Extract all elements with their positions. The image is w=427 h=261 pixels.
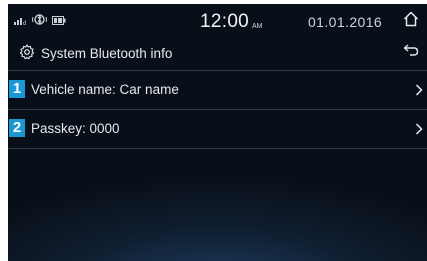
passkey-label: Passkey: 0000 xyxy=(31,121,120,136)
clock: 12:00 xyxy=(200,11,250,32)
home-icon xyxy=(402,10,420,33)
back-button[interactable] xyxy=(401,43,421,61)
vehicle-name-label: Vehicle name: Car name xyxy=(31,82,179,97)
battery-icon xyxy=(52,12,66,30)
header: System Bluetooth info xyxy=(8,38,427,68)
chevron-right-icon xyxy=(415,122,423,136)
svg-text:d: d xyxy=(23,21,26,25)
bluetooth-icon xyxy=(32,12,47,30)
status-bar: d 12:00 AM 01.01.2016 xyxy=(8,4,427,38)
page-title: System Bluetooth info xyxy=(41,46,173,61)
status-icons: d xyxy=(14,12,66,30)
home-button[interactable] xyxy=(395,4,427,38)
signal-icon: d xyxy=(14,12,27,30)
date: 01.01.2016 xyxy=(308,14,383,30)
vehicle-name-item[interactable]: 1 Vehicle name: Car name xyxy=(8,71,427,110)
screen: d 12:00 AM 01.01.2016 System Bluetooth i… xyxy=(8,4,427,261)
settings-list: 1 Vehicle name: Car name 2 Passkey: 0000 xyxy=(8,70,427,149)
ampm-indicator: AM xyxy=(252,23,263,30)
gear-icon xyxy=(19,44,35,60)
back-arrow-icon xyxy=(403,43,419,62)
chevron-right-icon xyxy=(415,83,423,97)
item-number-badge: 2 xyxy=(9,119,25,137)
passkey-item[interactable]: 2 Passkey: 0000 xyxy=(8,110,427,149)
item-number-badge: 1 xyxy=(9,80,25,98)
